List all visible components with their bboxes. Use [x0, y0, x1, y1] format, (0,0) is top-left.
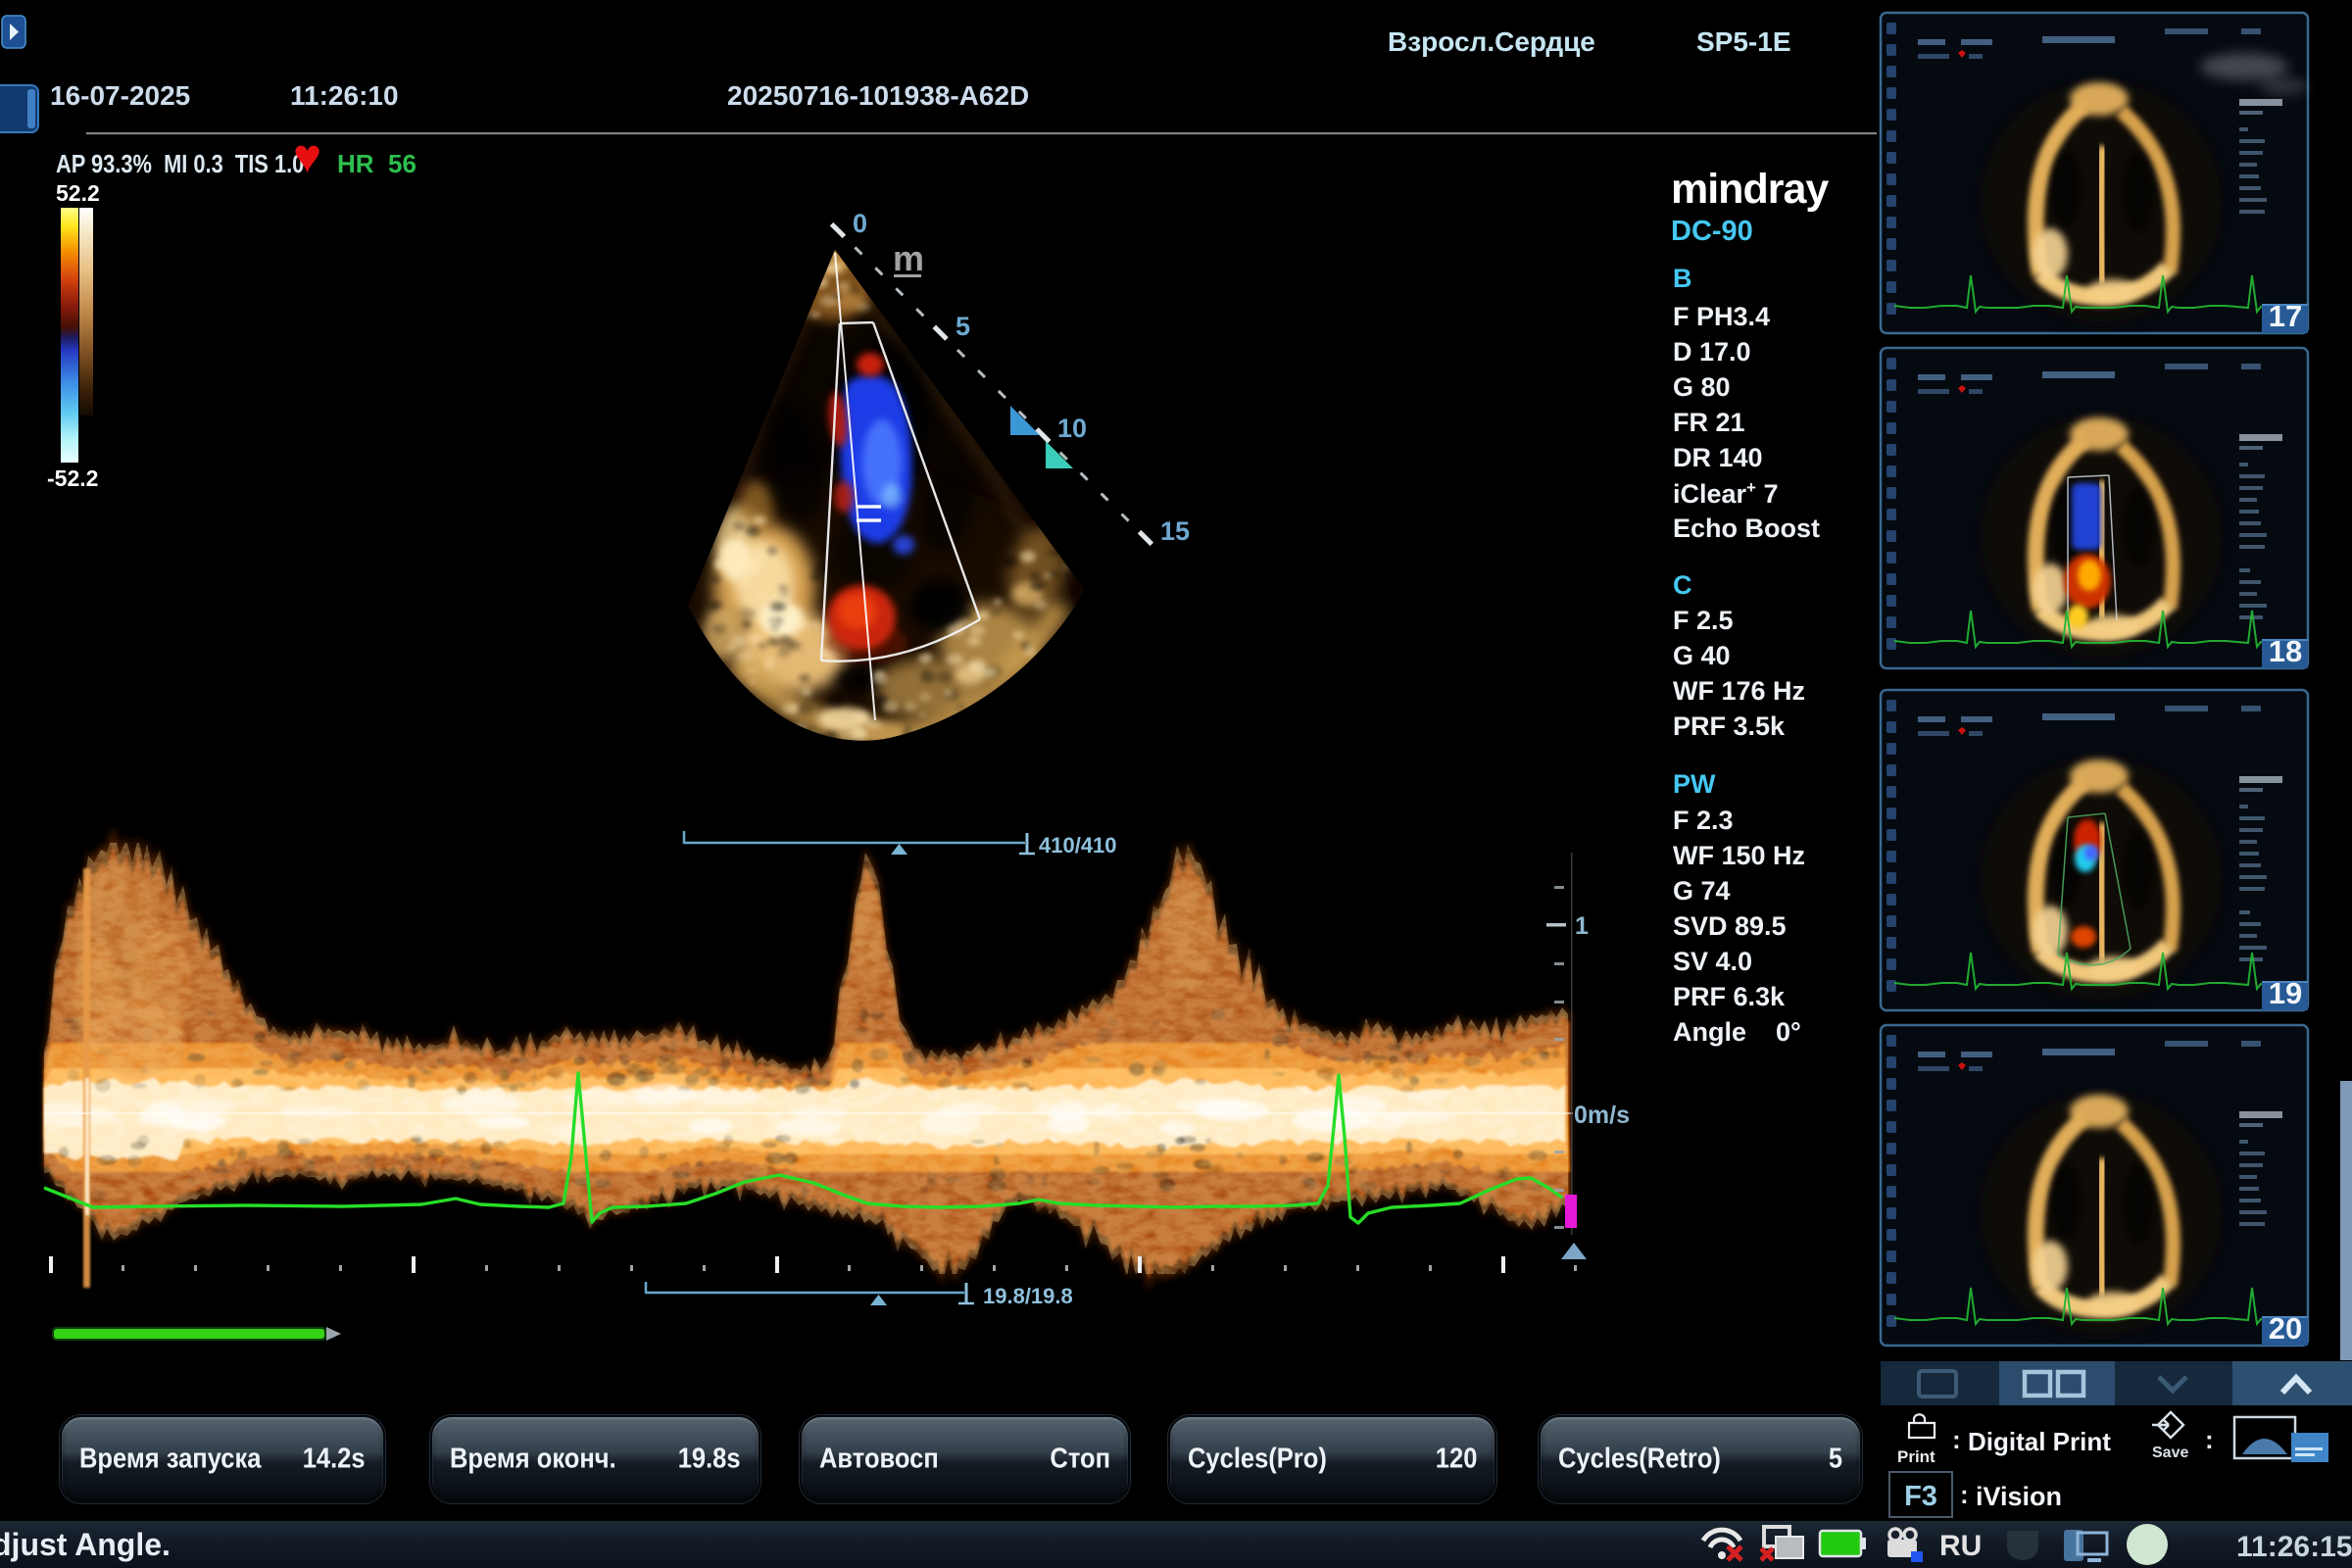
- svg-text:iVision: iVision: [1976, 1482, 2062, 1511]
- svg-text:Save: Save: [2152, 1445, 2188, 1461]
- svg-text:0: 0: [853, 209, 867, 238]
- svg-text:Print: Print: [1897, 1447, 1936, 1466]
- svg-text:m: m: [893, 238, 924, 278]
- svg-text:18: 18: [2269, 634, 2302, 668]
- svg-text:410/410: 410/410: [1039, 833, 1117, 858]
- svg-text:Digital Print: Digital Print: [1968, 1427, 2111, 1456]
- svg-text::: :: [2205, 1425, 2214, 1454]
- svg-text:15: 15: [1160, 516, 1190, 546]
- svg-text:19: 19: [2269, 976, 2302, 1010]
- svg-text:10: 10: [1057, 414, 1087, 443]
- svg-text:5: 5: [956, 312, 970, 341]
- svg-text::: :: [1952, 1425, 1961, 1454]
- svg-text:1: 1: [1575, 912, 1589, 940]
- svg-text:19.8/19.8: 19.8/19.8: [983, 1284, 1073, 1308]
- svg-text:17: 17: [2269, 299, 2302, 333]
- svg-text:0m/s: 0m/s: [1574, 1102, 1630, 1129]
- svg-text:20: 20: [2269, 1311, 2302, 1346]
- svg-text::: :: [1960, 1480, 1969, 1509]
- svg-text:F3: F3: [1904, 1481, 1937, 1512]
